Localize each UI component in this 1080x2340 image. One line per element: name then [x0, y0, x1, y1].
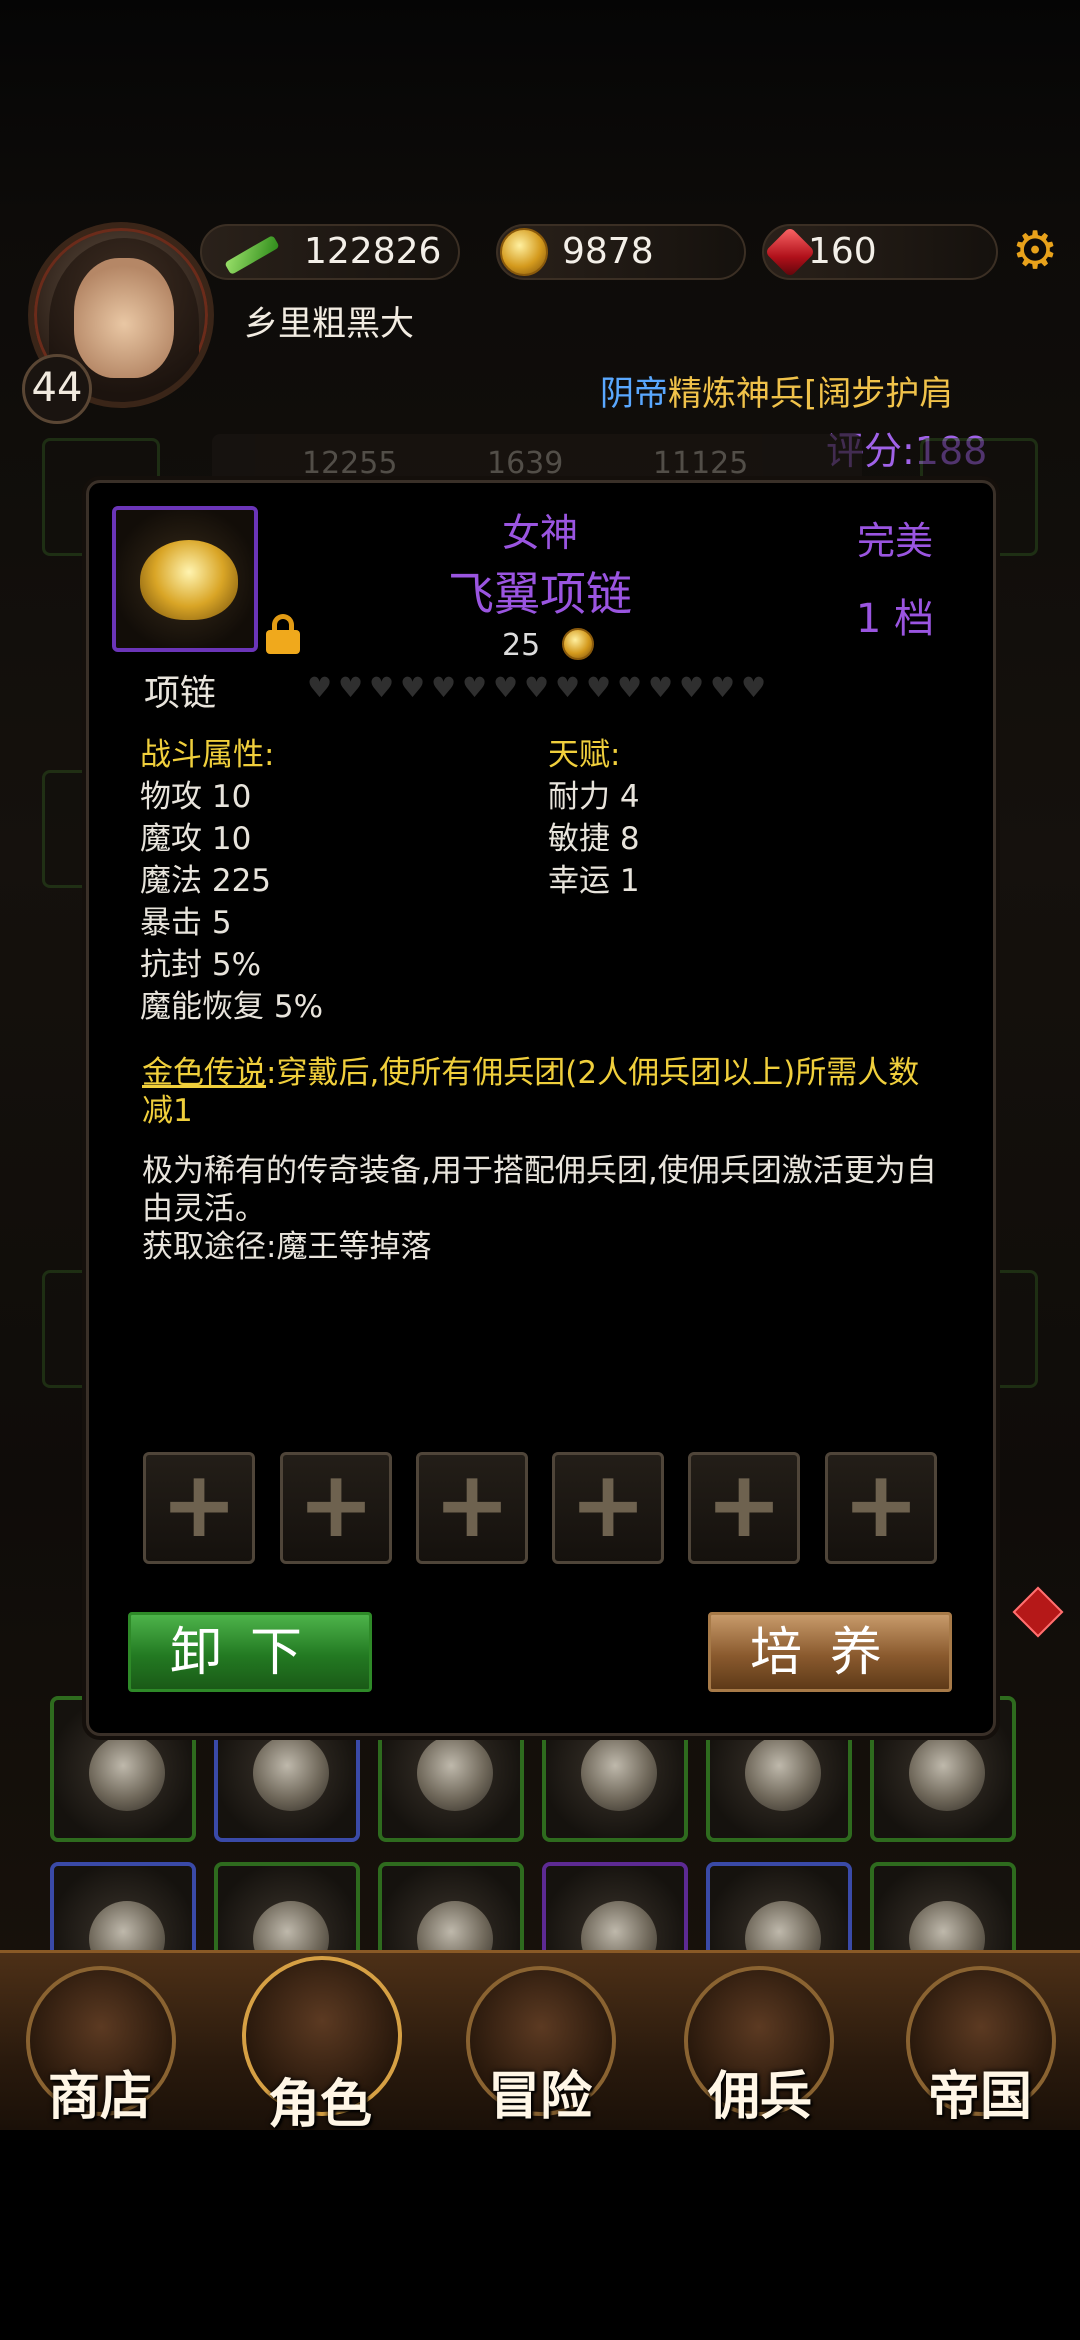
nav-shop-label[interactable]: 商店	[0, 2054, 200, 2129]
necklace-icon	[140, 540, 238, 620]
heart-icon: ♥	[430, 671, 457, 704]
inventory-item	[89, 1735, 165, 1811]
socket-add-button[interactable]: +	[552, 1452, 664, 1564]
item-price: 25	[502, 628, 541, 663]
stat-phys-atk: 物攻 10	[140, 779, 252, 815]
inventory-item	[909, 1735, 985, 1811]
bg-stat-mp: 11125	[652, 446, 749, 481]
nav-adventure-label[interactable]: 冒险	[440, 2054, 640, 2129]
stat-mana: 魔法 225	[140, 863, 272, 899]
bg-stat-hp: 12255	[302, 446, 398, 481]
inventory-item	[417, 1735, 493, 1811]
tier-label: 1 档	[855, 596, 935, 642]
heart-icon: ♥	[585, 671, 612, 704]
ticker-tail: [阔步护肩	[804, 374, 954, 414]
heart-icon: ♥	[740, 671, 767, 704]
sword-icon	[224, 234, 280, 276]
train-button[interactable]: 培养	[708, 1612, 952, 1692]
heart-icon: ♥	[337, 671, 364, 704]
heart-icon: ♥	[678, 671, 705, 704]
star-rating: ♥ ♥ ♥ ♥ ♥ ♥ ♥ ♥ ♥ ♥ ♥ ♥ ♥ ♥ ♥	[306, 671, 767, 704]
legend-link[interactable]: 金色传说	[142, 1055, 266, 1091]
combat-stats-title: 战斗属性:	[140, 737, 275, 773]
inventory-item	[253, 1735, 329, 1811]
lock-body	[266, 630, 300, 654]
heart-icon: ♥	[399, 671, 426, 704]
socket-add-button[interactable]: +	[280, 1452, 392, 1564]
ticker-main: 精炼神兵	[668, 374, 804, 414]
heart-icon: ♥	[523, 671, 550, 704]
heart-icon: ♥	[368, 671, 395, 704]
legend-effect: 金色传说:穿戴后,使所有佣兵团(2人佣兵团以上)所需人数减1	[142, 1054, 942, 1130]
gold-coin-icon	[500, 228, 548, 276]
socket-add-button[interactable]: +	[416, 1452, 528, 1564]
ticker-prefix: 阴帝	[600, 374, 668, 414]
heart-icon: ♥	[554, 671, 581, 704]
heart-icon: ♥	[647, 671, 674, 704]
stat-mag-atk: 魔攻 10	[140, 821, 252, 857]
bg-stat-atk: 1639	[486, 446, 564, 481]
gear-icon[interactable]: ⚙	[1010, 225, 1060, 277]
item-quality: 女神	[501, 511, 578, 555]
talent-agility: 敏捷 8	[548, 821, 640, 857]
talent-title: 天赋:	[548, 737, 621, 773]
item-name: 飞翼项链	[448, 567, 632, 621]
combat-stats: 战斗属性: 物攻 10 魔攻 10 魔法 225 暴击 5 抗封 5% 魔能恢复…	[140, 734, 323, 1028]
item-description: 极为稀有的传奇装备,用于搭配佣兵团,使佣兵团激活更为自由灵活。	[142, 1153, 937, 1227]
heart-icon: ♥	[492, 671, 519, 704]
unlock-icon[interactable]	[264, 614, 302, 654]
heart-icon: ♥	[709, 671, 736, 704]
heart-icon: ♥	[616, 671, 643, 704]
talent-stamina: 耐力 4	[548, 779, 640, 815]
level-badge: 44	[22, 354, 92, 424]
nav-mercenary-label[interactable]: 佣兵	[660, 2054, 860, 2129]
socket-add-button[interactable]: +	[143, 1452, 255, 1564]
avatar-face	[74, 258, 174, 378]
gem-value: 160	[808, 231, 877, 272]
gold-coin-icon	[562, 628, 594, 660]
announcement-ticker: 阴帝精炼神兵[阔步护肩	[600, 366, 953, 415]
nav-character-label[interactable]: 角色	[220, 2062, 420, 2137]
heart-icon: ♥	[461, 671, 488, 704]
gold-bar[interactable]: 9878	[496, 224, 746, 280]
power-bar: 122826	[200, 224, 460, 280]
socket-add-button[interactable]: +	[825, 1452, 937, 1564]
player-name: 乡里粗黑大	[244, 304, 414, 344]
item-icon-frame	[112, 506, 258, 652]
socket-add-button[interactable]: +	[688, 1452, 800, 1564]
stat-mana-regen: 魔能恢复 5%	[140, 989, 324, 1025]
stat-crit: 暴击 5	[140, 905, 232, 941]
gem-bar[interactable]: 160	[762, 224, 998, 280]
power-value: 122826	[304, 231, 442, 272]
nav-empire-label[interactable]: 帝国	[880, 2054, 1080, 2129]
talent-stats: 天赋: 耐力 4 敏捷 8 幸运 1	[548, 734, 640, 902]
gold-value: 9878	[562, 231, 654, 272]
heart-icon: ♥	[306, 671, 333, 704]
inventory-item	[745, 1735, 821, 1811]
item-source: 获取途径:魔王等掉落	[142, 1229, 432, 1265]
stat-seal-resist: 抗封 5%	[140, 947, 262, 983]
inventory-item	[581, 1735, 657, 1811]
unequip-button[interactable]: 卸下	[128, 1612, 372, 1692]
grade-label: 完美	[856, 519, 933, 563]
talent-luck: 幸运 1	[548, 863, 640, 899]
slot-type-label: 项链	[144, 673, 217, 714]
